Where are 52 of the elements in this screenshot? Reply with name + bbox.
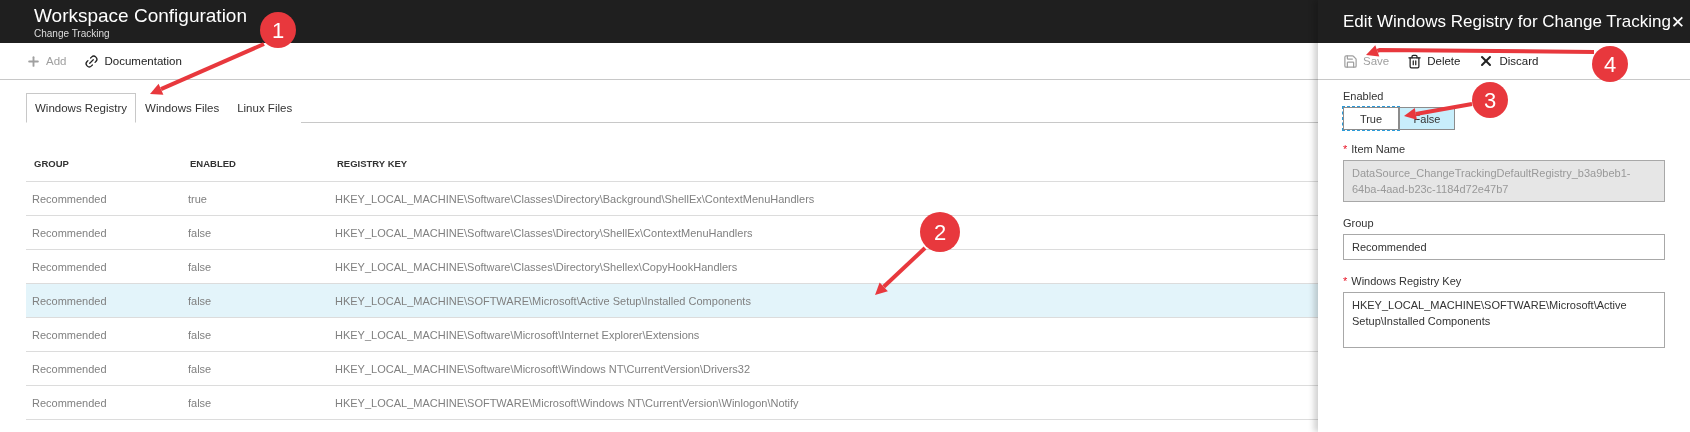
delete-button[interactable]: Delete: [1407, 53, 1461, 69]
table-cell: Recommended: [32, 260, 107, 273]
pointer-arrow: [875, 246, 927, 295]
field-label: Group: [1343, 217, 1374, 229]
save-icon: [1343, 53, 1358, 69]
table-cell: false: [188, 396, 212, 409]
table-cell: HKEY_LOCAL_MACHINE\Software\Classes\Directory\Background\ShellEx\ContextMenuHandlers: [335, 192, 815, 205]
panel-title: Edit Windows Registry for Change Tracking: [1343, 11, 1671, 32]
blade-title: Workspace Configuration: [34, 4, 247, 28]
documentation-link[interactable]: Documentation: [84, 53, 182, 69]
discard-button[interactable]: Discard: [1478, 53, 1539, 69]
table-row[interactable]: Recommended false HKEY_LOCAL_MACHINE\Software\Microsoft\Internet Explorer\Extensions: [26, 318, 1318, 352]
table-row[interactable]: Recommended false HKEY_LOCAL_MACHINE\Software\Microsoft\Windows NT\CurrentVersion\Drivers32: [26, 352, 1318, 386]
table-cell: false: [188, 260, 212, 273]
column-header: GROUP: [33, 157, 70, 169]
toggle-option[interactable]: True: [1343, 107, 1399, 130]
callout-badge: 3: [1472, 82, 1508, 118]
table-cell: Recommended: [32, 294, 107, 307]
callout-badge: 4: [1592, 46, 1628, 82]
table-cell: Recommended: [32, 226, 107, 239]
table-cell: HKEY_LOCAL_MACHINE\SOFTWARE\Microsoft\Windows NT\CurrentVersion\Winlogon\Notify: [335, 396, 799, 409]
table-cell: HKEY_LOCAL_MACHINE\SOFTWARE\Microsoft\Active Setup\Installed Components: [335, 294, 751, 307]
table-cell: Recommended: [32, 396, 107, 409]
table-cell: Recommended: [32, 362, 107, 375]
trash-icon: [1407, 53, 1423, 69]
field-label: * Windows Registry Key: [1343, 275, 1462, 287]
input-field[interactable]: HKEY_LOCAL_MACHINE\SOFTWARE\Microsoft\Active Setup\Installed Components: [1343, 292, 1665, 348]
callout-badge: 1: [260, 12, 296, 48]
table-cell: true: [188, 192, 207, 205]
table-row[interactable]: Recommended true HKEY_LOCAL_MACHINE\Software\Classes\Directory\Background\ShellEx\ContextMenuHandlers: [26, 182, 1318, 216]
field-label: * Item Name: [1343, 143, 1406, 155]
tab[interactable]: Windows Registry: [26, 93, 137, 123]
table-row[interactable]: Recommended false HKEY_LOCAL_MACHINE\SOFTWARE\Microsoft\Windows NT\CurrentVersion\Winlogon\Notify: [26, 386, 1318, 420]
column-header: REGISTRY KEY: [336, 157, 409, 169]
table-cell: HKEY_LOCAL_MACHINE\Software\Classes\Directory\ShellEx\ContextMenuHandlers: [335, 226, 753, 239]
blade-subtitle: Change Tracking: [34, 28, 110, 40]
close-button[interactable]: ✕: [1670, 11, 1686, 32]
field-label: Enabled: [1343, 90, 1384, 102]
table-cell: false: [188, 226, 212, 239]
table-cell: HKEY_LOCAL_MACHINE\Software\Microsoft\Internet Explorer\Extensions: [335, 328, 700, 341]
table-cell: HKEY_LOCAL_MACHINE\Software\Classes\Directory\Shellex\CopyHookHandlers: [335, 260, 738, 273]
input-field[interactable]: Recommended: [1343, 234, 1665, 260]
table-row[interactable]: Recommended false HKEY_LOCAL_MACHINE\SOFTWARE\Microsoft\Active Setup\Installed Components: [26, 284, 1318, 318]
table-cell: false: [188, 362, 212, 375]
table-cell: Recommended: [32, 328, 107, 341]
table-cell: HKEY_LOCAL_MACHINE\Software\Microsoft\Windows NT\CurrentVersion\Drivers32: [335, 362, 751, 375]
callout-badge: 2: [920, 212, 960, 252]
table-cell: Recommended: [32, 192, 107, 205]
table-cell: false: [188, 294, 212, 307]
column-header: ENABLED: [189, 157, 237, 169]
plus-icon: [26, 53, 41, 69]
table-cell: false: [188, 328, 212, 341]
